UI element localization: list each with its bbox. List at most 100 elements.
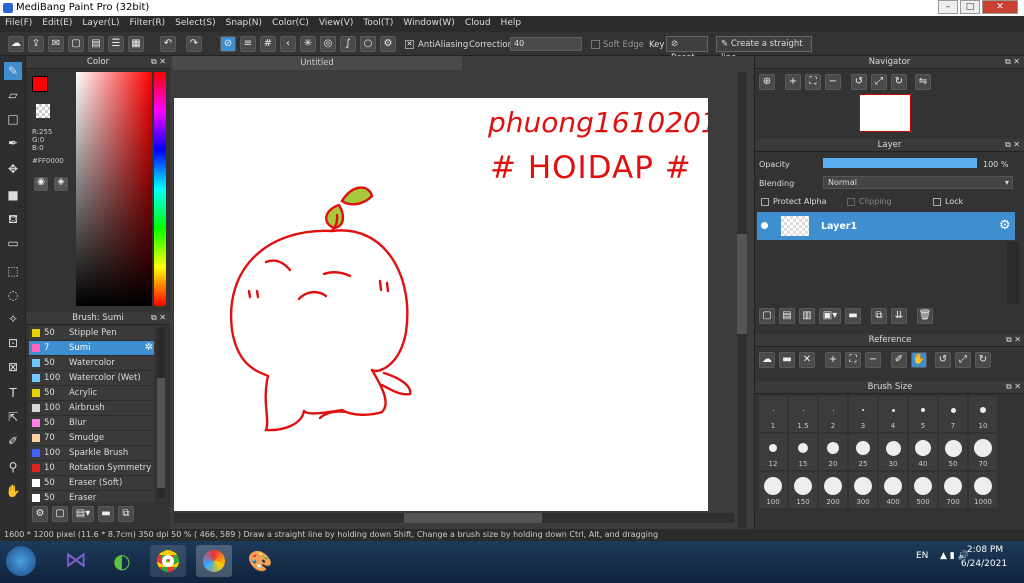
cc-cleaner-icon[interactable]: ◐ [104, 545, 140, 577]
lock-checkbox[interactable] [933, 198, 941, 206]
list-icon[interactable]: ☰ [108, 36, 124, 52]
dot-tool-icon[interactable]: □ [4, 110, 22, 128]
ref-close-icon[interactable]: ✕ [799, 352, 815, 368]
ref-hand-icon[interactable]: ✋ [911, 352, 927, 368]
hue-slider[interactable] [154, 72, 166, 306]
brush-size-cell[interactable]: 1 [759, 396, 787, 432]
undo-icon[interactable]: ↶ [160, 36, 176, 52]
start-button[interactable] [6, 546, 36, 576]
divide-tool-icon[interactable]: ⊠ [4, 358, 22, 376]
maximize-button[interactable]: □ [960, 0, 980, 14]
text-tool-icon[interactable]: T [4, 384, 22, 402]
brush-size-cell[interactable]: 4 [879, 396, 907, 432]
clipping-checkbox[interactable] [847, 198, 855, 206]
menu-color[interactable]: Color(C) [267, 16, 314, 30]
ref-zoom-out-icon[interactable]: − [865, 352, 881, 368]
brush-size-cell[interactable]: 25 [849, 434, 877, 470]
snap-off-icon[interactable]: ⊘ [220, 36, 236, 52]
new-brush-icon[interactable]: ▢ [52, 506, 68, 522]
eyedropper2-tool-icon[interactable]: ⚲ [4, 458, 22, 476]
ref-rotate-right-icon[interactable]: ↻ [975, 352, 991, 368]
cross-snap-icon[interactable]: # [260, 36, 276, 52]
soft-edge-checkbox[interactable] [591, 40, 600, 49]
menu-file[interactable]: File(F) [0, 16, 37, 30]
new-file-icon[interactable]: ▢ [68, 36, 84, 52]
chrome-icon[interactable] [150, 545, 186, 577]
eraser-tool-icon[interactable]: ▱ [4, 86, 22, 104]
brush-item[interactable]: 50 Acrylic [29, 386, 154, 401]
brush-tool-icon[interactable]: ✎ [4, 62, 22, 80]
magic-wand-tool-icon[interactable]: ✧ [4, 310, 22, 328]
new-layer-icon[interactable]: ▢ [759, 308, 775, 324]
reference-options-icon[interactable]: ⧉ ✕ [1006, 334, 1021, 346]
language-indicator[interactable]: EN [916, 551, 928, 561]
settings-snap-icon[interactable]: ⚙ [380, 36, 396, 52]
ref-open-icon[interactable]: ☁ [759, 352, 775, 368]
menu-select[interactable]: Select(S) [170, 16, 221, 30]
select-pen-tool-icon[interactable]: ⊡ [4, 334, 22, 352]
ref-zoom-in-icon[interactable]: + [825, 352, 841, 368]
brush-settings-gear-icon[interactable]: ✲ [145, 342, 153, 353]
palette-icon[interactable]: ◉ [34, 177, 48, 191]
pen-tool-icon[interactable]: ✒ [4, 134, 22, 152]
brush-item[interactable]: 10 Rotation Symmetry P [29, 461, 154, 476]
new-halftone-layer-icon[interactable]: ▤ [779, 308, 795, 324]
layer-options-icon[interactable]: ⧉ ✕ [1005, 139, 1020, 151]
brush-size-cell[interactable]: 700 [939, 472, 967, 508]
brush-size-cell[interactable]: 20 [819, 434, 847, 470]
menu-edit[interactable]: Edit(E) [37, 16, 77, 30]
brush-size-cell[interactable]: 2 [819, 396, 847, 432]
brush-menu-icon[interactable]: ▤▾ [72, 506, 94, 522]
grid-icon[interactable]: ▦ [128, 36, 144, 52]
layer-scrollbar[interactable] [1007, 242, 1019, 304]
brush-settings-icon[interactable]: ⚙ [32, 506, 48, 522]
select-tool-icon[interactable]: ⬚ [4, 262, 22, 280]
brush-item[interactable]: 50 Blur [29, 416, 154, 431]
rotate-right-icon[interactable]: ↻ [891, 74, 907, 90]
brush-size-cell[interactable]: 150 [789, 472, 817, 508]
zoom-in-icon[interactable]: + [785, 74, 801, 90]
radial-snap-icon[interactable]: ✳ [300, 36, 316, 52]
document-tab[interactable]: Untitled [172, 56, 462, 70]
comment-icon[interactable]: ✉ [48, 36, 64, 52]
brush-size-cell[interactable]: 1.5 [789, 396, 817, 432]
curve-snap-icon[interactable]: ∫ [340, 36, 356, 52]
brush-item[interactable]: 50 Eraser (Soft) [29, 476, 154, 491]
brush-list-scrollbar[interactable] [157, 328, 165, 498]
straight-line-button[interactable]: ✎ Create a straight line [716, 36, 812, 63]
menu-layer[interactable]: Layer(L) [77, 16, 124, 30]
move-tool-icon[interactable]: ✥ [4, 160, 22, 178]
brush-size-cell[interactable]: 300 [849, 472, 877, 508]
redo-icon[interactable]: ↷ [186, 36, 202, 52]
gradient-tool-icon[interactable]: ▭ [4, 234, 22, 252]
menu-snap[interactable]: Snap(N) [221, 16, 267, 30]
eyedropper-tool-icon[interactable]: ✐ [4, 432, 22, 450]
menu-window[interactable]: Window(W) [398, 16, 459, 30]
flip-icon[interactable]: ⇋ [915, 74, 931, 90]
brush-size-cell[interactable]: 40 [909, 434, 937, 470]
share-icon[interactable]: ⇪ [28, 36, 44, 52]
brush-size-cell[interactable]: 30 [879, 434, 907, 470]
fit-icon[interactable]: ⤢ [871, 74, 887, 90]
brush-size-cell[interactable]: 3 [849, 396, 877, 432]
brush-item[interactable]: 7 Sumi ✲ [29, 341, 154, 356]
zoom-fit-icon[interactable]: ⊕ [759, 74, 775, 90]
brush-panel-options-icon[interactable]: ⧉ ✕ [151, 312, 166, 324]
parallel-snap-icon[interactable]: ≡ [240, 36, 256, 52]
layer-row[interactable]: Layer1 ⚙ [757, 212, 1015, 240]
brush-item[interactable]: 50 Watercolor [29, 356, 154, 371]
reset-button[interactable]: ⊘ Reset [666, 36, 708, 63]
lasso-tool-icon[interactable]: ◌ [4, 286, 22, 304]
brush-size-cell[interactable]: 5 [909, 396, 937, 432]
paint-icon[interactable]: 🎨 [242, 545, 278, 577]
fit-window-icon[interactable]: ⛶ [805, 74, 821, 90]
merge-layer-icon[interactable]: ⇊ [891, 308, 907, 324]
antialiasing-checkbox[interactable]: ✕ [405, 40, 414, 49]
canvas-horizontal-scrollbar[interactable] [174, 513, 734, 523]
bucket-tool-icon[interactable]: ⛾ [4, 210, 22, 228]
visibility-eye-icon[interactable] [761, 222, 768, 229]
saturation-value-picker[interactable] [76, 72, 152, 306]
layer-settings-icon[interactable]: ⚙ [999, 218, 1011, 233]
brush-size-cell[interactable]: 12 [759, 434, 787, 470]
operation-tool-icon[interactable]: ⇱ [4, 408, 22, 426]
